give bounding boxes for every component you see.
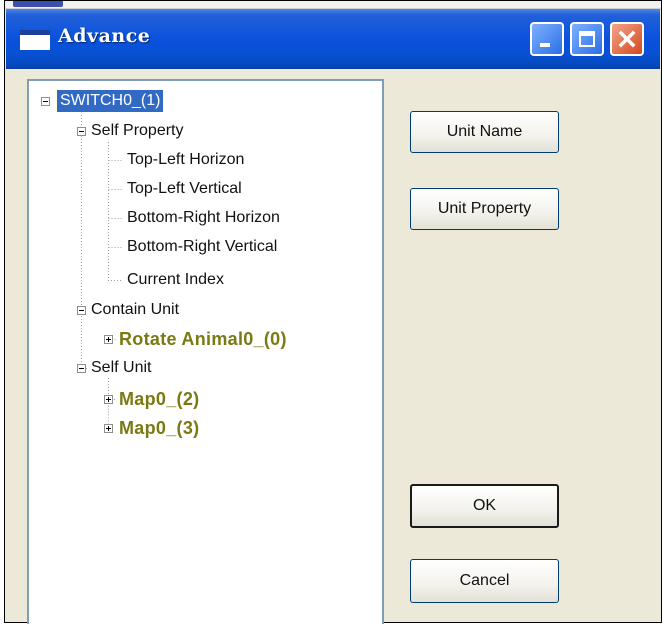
tree-root-switch0[interactable]: SWITCH0_(1) [55, 89, 165, 113]
tree-item-bottom-right-horizon[interactable]: Bottom-Right Horizon [127, 207, 280, 229]
minimize-icon [540, 43, 550, 47]
title-bar[interactable]: Advance [6, 9, 660, 69]
map0-3-expand-toggle[interactable] [104, 424, 113, 433]
unit-tree-view[interactable]: SWITCH0_(1) Self Property Top-Left Horiz… [27, 79, 384, 624]
unit-name-button[interactable]: Unit Name [410, 111, 559, 153]
unit-property-button[interactable]: Unit Property [410, 188, 559, 230]
maximize-icon [579, 31, 595, 47]
window-icon [20, 30, 50, 50]
tree-item-current-index[interactable]: Current Index [127, 269, 224, 291]
self-property-collapse-toggle[interactable] [77, 127, 86, 136]
tree-unit-rotate-animal[interactable]: Rotate Animal0_(0) [119, 328, 287, 350]
minimize-button[interactable] [530, 22, 564, 56]
ok-button[interactable]: OK [410, 484, 559, 528]
map0-2-expand-toggle[interactable] [104, 395, 113, 404]
contain-unit-collapse-toggle[interactable] [77, 306, 86, 315]
tree-node-contain-unit[interactable]: Contain Unit [91, 299, 179, 321]
close-button[interactable] [610, 22, 644, 56]
tree-unit-map0-2[interactable]: Map0_(2) [119, 388, 199, 410]
tree-item-top-left-horizon[interactable]: Top-Left Horizon [127, 149, 244, 171]
maximize-button[interactable] [570, 22, 604, 56]
top-strip [5, 1, 661, 9]
tree-node-self-unit[interactable]: Self Unit [91, 357, 151, 379]
tree-item-bottom-right-vertical[interactable]: Bottom-Right Vertical [127, 236, 277, 258]
taskbar-strip [13, 1, 63, 7]
rotate-animal-expand-toggle[interactable] [104, 335, 113, 344]
advance-dialog: Advance SWITCH0_(1) Self Property Top-Le… [4, 0, 662, 624]
close-icon [618, 30, 636, 48]
cancel-button[interactable]: Cancel [410, 559, 559, 603]
root-collapse-toggle[interactable] [41, 97, 50, 106]
self-unit-collapse-toggle[interactable] [77, 364, 86, 373]
tree-node-self-property[interactable]: Self Property [91, 120, 183, 142]
tree-item-top-left-vertical[interactable]: Top-Left Vertical [127, 178, 242, 200]
window-title: Advance [58, 25, 151, 47]
tree-unit-map0-3[interactable]: Map0_(3) [119, 417, 199, 439]
